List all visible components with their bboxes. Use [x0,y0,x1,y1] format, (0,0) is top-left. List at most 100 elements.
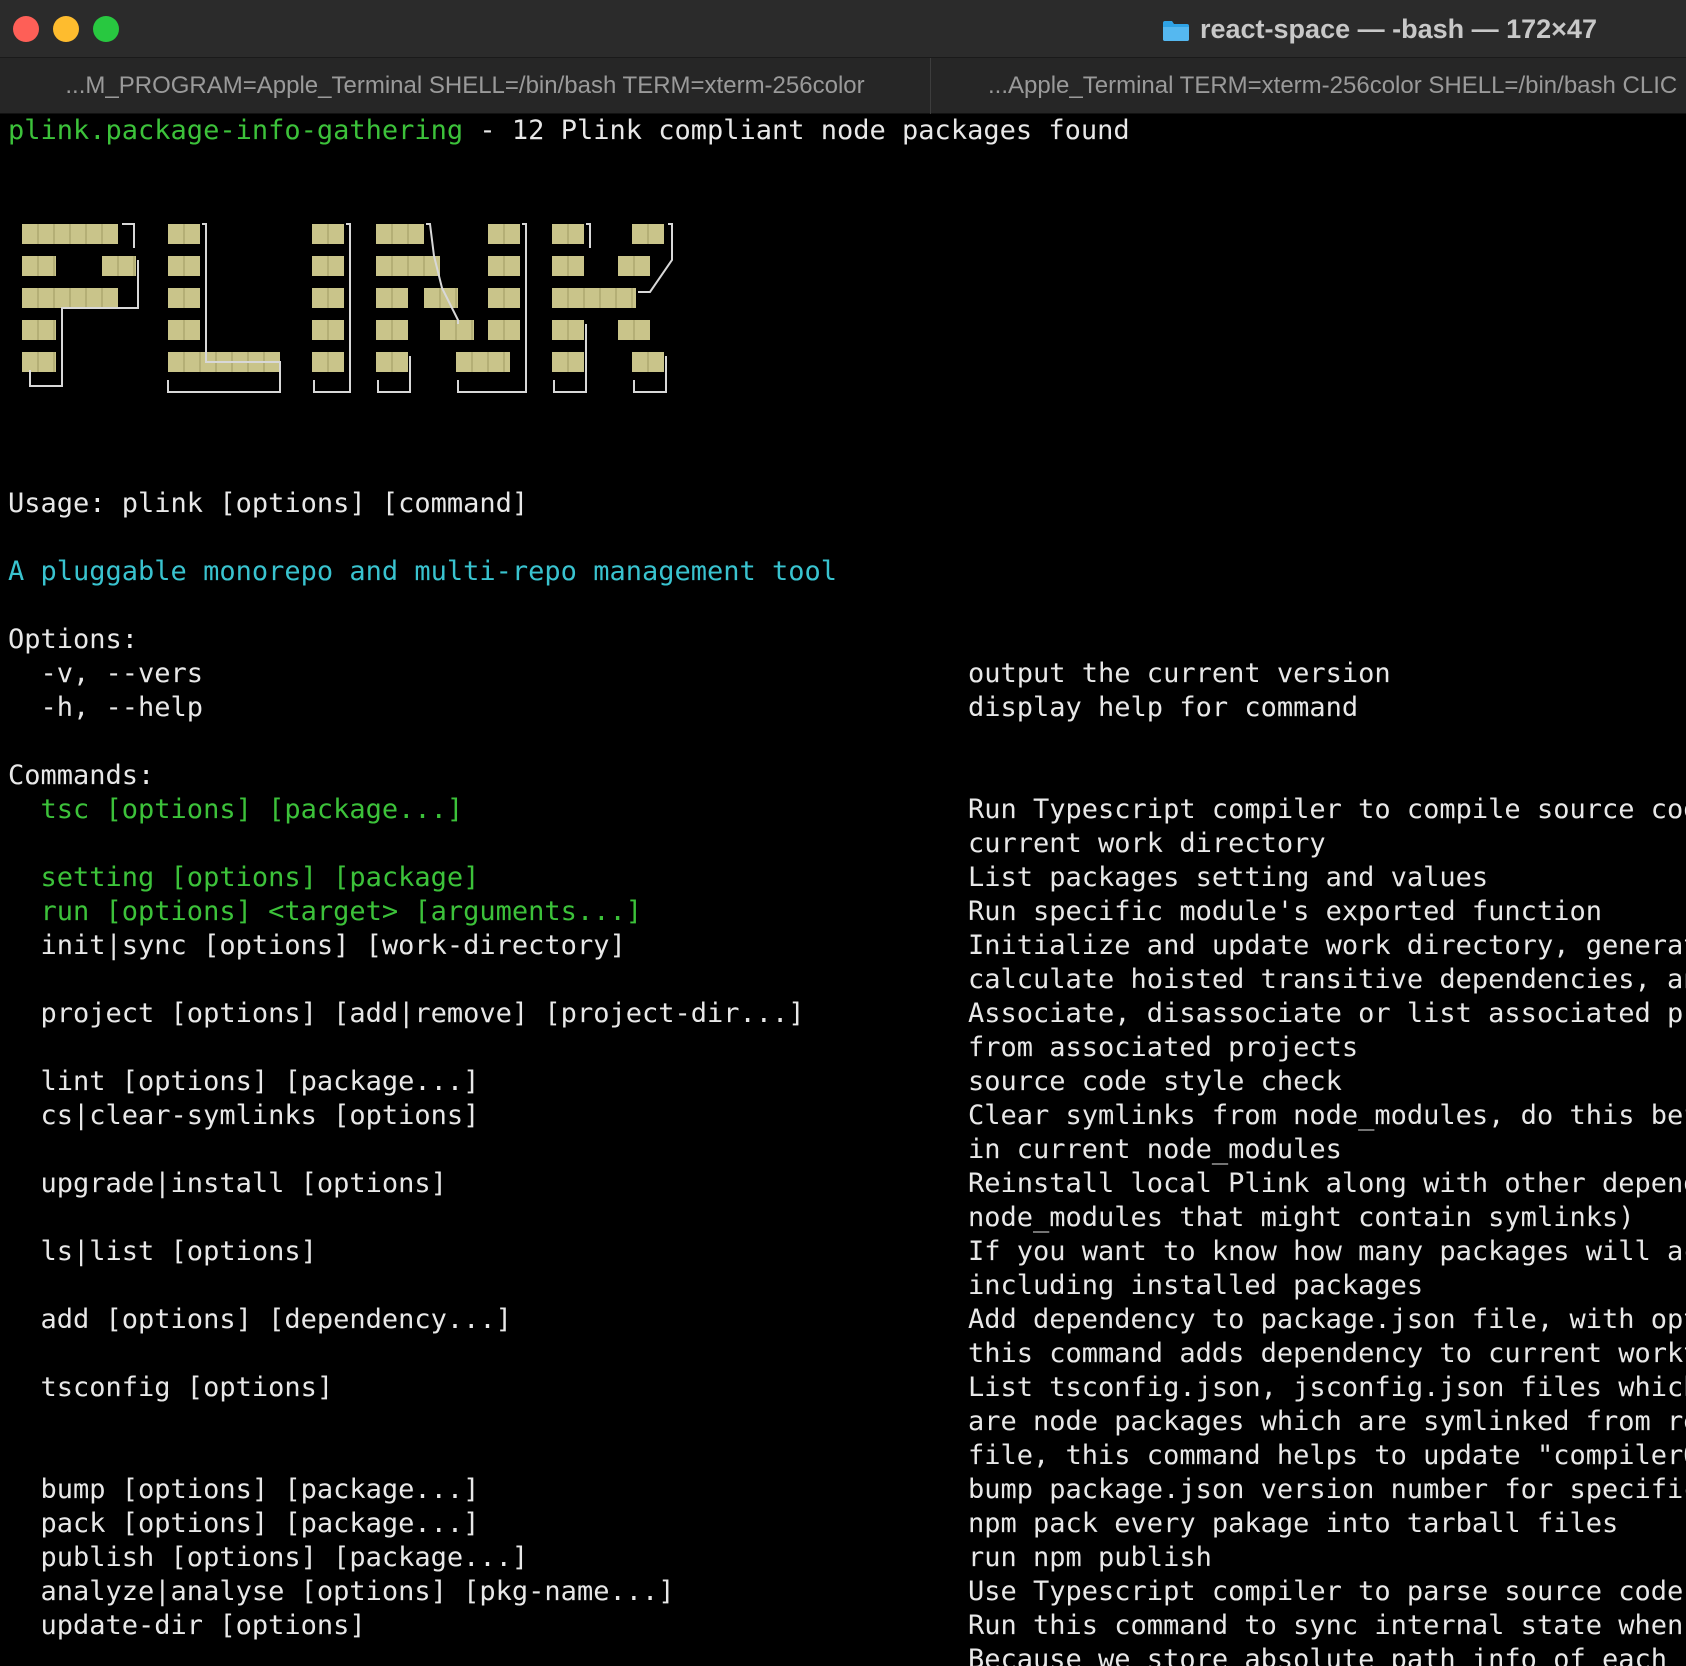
command-description: in current node_modules [968,1134,1342,1165]
logo-block [376,352,408,372]
command-signature: pack [options] [package...] [8,1508,480,1539]
command-signature: tsc [options] [package...] [8,794,464,825]
command-description: from associated projects [968,1032,1359,1063]
command-description: Run Typescript compiler to compile sourc… [968,794,1686,825]
command-description: calculate hoisted transitive dependencie… [968,964,1686,995]
logo-block [376,320,408,340]
command-signature: publish [options] [package...] [8,1542,529,1573]
command-signature: update-dir [options] [8,1610,366,1641]
command-description: npm pack every pakage into tarball files [968,1508,1619,1539]
command-signature: ls|list [options] [8,1236,317,1267]
logo-block [552,256,584,276]
command-signature: init|sync [options] [work-directory] [8,930,626,961]
command-signature: add [options] [dependency...] [8,1304,512,1335]
logo-block [22,288,118,308]
logo-outline [586,223,591,248]
commands-heading: Commands: [8,760,155,791]
command-description: run npm publish [968,1542,1212,1573]
command-description: Clear symlinks from node_modules, do thi… [968,1100,1686,1131]
folder-icon [1162,18,1190,41]
zoom-window-button[interactable] [93,16,119,42]
tab-1[interactable]: ...M_PROGRAM=Apple_Terminal SHELL=/bin/b… [0,58,931,114]
logo-block [618,320,650,340]
command-signature: analyze|analyse [options] [pkg-name...] [8,1576,675,1607]
option-description: display help for command [968,692,1359,723]
command-description: If you want to know how many packages wi… [968,1236,1686,1267]
logo-block [552,352,584,372]
logo-block [632,352,664,372]
logo-block [312,288,344,308]
logo-block [456,352,510,372]
logo-block [552,320,584,340]
minimize-window-button[interactable] [53,16,79,42]
logo-block [168,320,200,340]
command-description: Run this command to sync internal state … [968,1610,1684,1641]
option-description: output the current version [968,658,1391,689]
logo-block [376,224,424,244]
close-window-button[interactable] [13,16,39,42]
option-flag: -h, --help [8,692,204,723]
command-description: bump package.json version number for spe… [968,1474,1686,1505]
command-signature: bump [options] [package...] [8,1474,480,1505]
window-title-text: react-space — -bash — 172×47 [1200,13,1597,44]
logo-block [488,224,520,244]
logo-block [102,256,136,276]
logo-block [312,256,344,276]
logo-block [312,352,344,372]
logo-block [376,288,408,308]
usage-line: Usage: plink [options] [command] [8,488,529,519]
command-description: node_modules that might contain symlinks… [968,1202,1635,1233]
logo-block [376,256,440,276]
tab-bar: ...M_PROGRAM=Apple_Terminal SHELL=/bin/b… [0,58,1686,114]
logo-block [22,352,56,372]
terminal-output[interactable]: plink.package-info-gathering - 12 Plink … [0,114,1686,1666]
command-signature: setting [options] [package] [8,862,480,893]
tab-1-label: ...M_PROGRAM=Apple_Terminal SHELL=/bin/b… [65,72,865,99]
command-description: Because we store absolute path info of e… [968,1644,1667,1666]
logo-block [168,288,200,308]
tagline: A pluggable monorepo and multi-repo mana… [8,556,838,587]
plink-ascii-logo [22,223,673,393]
command-signature: run [options] <target> [arguments...] [8,896,642,927]
command-description: file, this command helps to update "comp… [968,1440,1686,1471]
command-description: Reinstall local Plink along with other d… [968,1168,1686,1199]
option-flag: -v, --vers [8,658,204,689]
info-source: plink.package-info-gathering [8,115,464,146]
logo-outline [122,223,135,248]
command-description: are node packages which are symlinked fr… [968,1406,1686,1437]
logo-block [22,224,118,244]
logo-block [312,320,344,340]
command-signature: upgrade|install [options] [8,1168,447,1199]
logo-block [488,288,520,308]
command-signature: tsconfig [options] [8,1372,334,1403]
command-description: including installed packages [968,1270,1424,1301]
command-description: List tsconfig.json, jsconfig.json files … [968,1372,1686,1403]
logo-block [22,256,56,276]
title-bar: react-space — -bash — 172×47 [0,0,1686,58]
options-heading: Options: [8,624,139,655]
window-title: react-space — -bash — 172×47 [1162,12,1597,46]
info-line: plink.package-info-gathering - 12 Plink … [8,114,1130,148]
command-description: Use Typescript compiler to parse source … [968,1576,1686,1607]
logo-block [552,224,584,244]
tab-2[interactable]: ...Apple_Terminal TERM=xterm-256color SH… [932,58,1686,114]
command-description: Run specific module's exported function [968,896,1602,927]
logo-block [312,224,344,244]
command-description: current work directory [968,828,1326,859]
command-signature: project [options] [add|remove] [project-… [8,998,805,1029]
logo-block [22,320,56,340]
logo-block [488,320,520,340]
logo-block [424,288,458,308]
command-description: source code style check [968,1066,1342,1097]
command-signature: cs|clear-symlinks [options] [8,1100,480,1131]
logo-block [168,256,200,276]
command-description: Initialize and update work directory, ge… [968,930,1686,961]
logo-block [618,256,650,276]
logo-block [168,224,200,244]
logo-block [488,256,520,276]
command-signature: lint [options] [package...] [8,1066,480,1097]
logo-block [632,224,664,244]
command-description: Associate, disassociate or list associat… [968,998,1686,1029]
command-description: Add dependency to package.json file, wit… [968,1304,1686,1335]
info-message: - 12 Plink compliant node packages found [463,115,1130,146]
